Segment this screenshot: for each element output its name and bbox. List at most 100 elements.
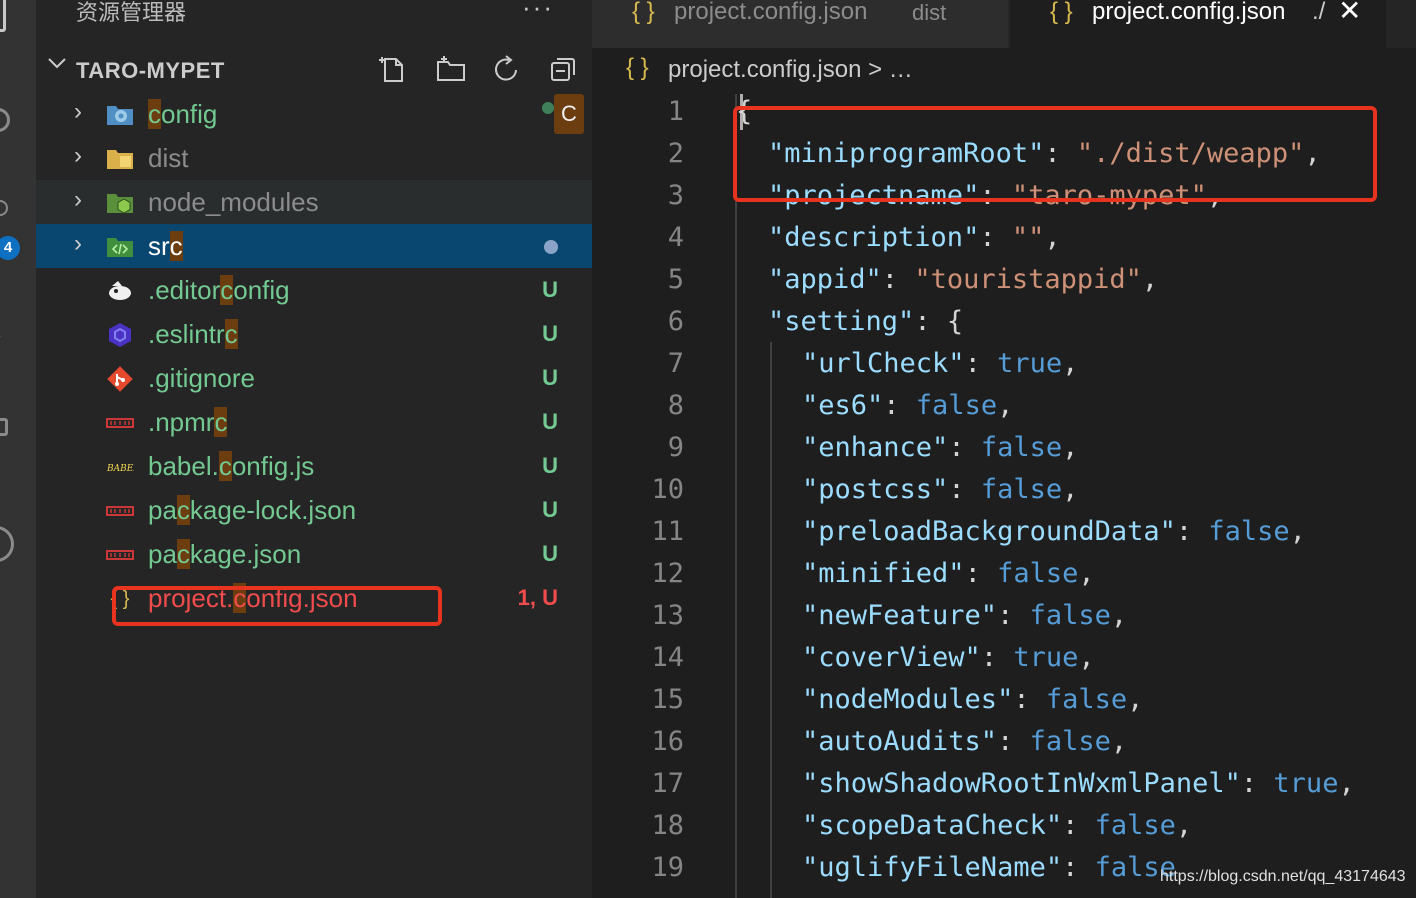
code-token: false <box>1029 600 1111 631</box>
tree-item-label: .editorconfig <box>148 275 290 305</box>
tab-description: ./ <box>1312 0 1326 25</box>
json-icon: { } <box>1050 0 1073 25</box>
code-token: false <box>1208 516 1290 547</box>
code-token: "appid" <box>768 264 882 295</box>
code-token: "./dist/weapp" <box>1076 138 1305 169</box>
line-number: 15 <box>651 684 684 715</box>
code-token: "setting" <box>768 306 915 337</box>
folder-src-icon <box>106 234 134 260</box>
tab-project-config-root[interactable]: { } project.config.json ./ ✕ <box>1010 0 1386 48</box>
code-line: 11 "preloadBackgroundData": false, <box>592 514 1416 556</box>
breadcrumb: { } project.config.json > … <box>592 48 1416 94</box>
code-text: , <box>1062 348 1079 379</box>
watermark: https://blog.csdn.net/qq_43174643 <box>1160 868 1406 885</box>
tree-item-eslintrc[interactable]: .eslintrc U <box>36 312 592 356</box>
tree-item-package-lock[interactable]: package-lock.json U <box>36 488 592 532</box>
code-token: "" <box>1011 222 1045 253</box>
line-number: 9 <box>667 432 684 463</box>
breadcrumb-file[interactable]: project.config.json <box>668 56 861 83</box>
tree-item-node-modules[interactable]: › node_modules <box>36 180 592 224</box>
new-folder-icon[interactable] <box>436 54 466 84</box>
code-line: 13 "newFeature": false, <box>592 598 1416 640</box>
files-icon[interactable] <box>0 0 6 32</box>
code-line: 14 "coverView": true, <box>592 640 1416 682</box>
code-line: 7 "urlCheck": true, <box>592 346 1416 388</box>
code-line: 8 "es6": false, <box>592 388 1416 430</box>
refresh-icon[interactable] <box>492 54 522 84</box>
folder-node-icon <box>106 190 134 216</box>
code-token: "coverView" <box>802 642 981 673</box>
tree-item-config[interactable]: › config C <box>36 92 592 136</box>
untracked-badge: U <box>542 497 558 522</box>
remote-icon[interactable] <box>0 526 14 562</box>
code-token: "showShadowRootInWxmlPanel" <box>802 768 1241 799</box>
breadcrumb-rest[interactable]: > … <box>861 56 913 83</box>
explorer-sidebar: 资源管理器 ··· TARO-MYPET › config C › dist ›… <box>36 0 592 898</box>
code-text: : <box>1062 810 1095 841</box>
json-icon: { } <box>632 0 655 25</box>
code-line: 16 "autoAudits": false, <box>592 724 1416 766</box>
code-line: 4 "description": "", <box>592 220 1416 262</box>
code-text: "autoAudits": false, <box>802 726 1127 757</box>
chevron-right-icon: › <box>74 142 82 169</box>
explorer-title: 资源管理器 <box>76 0 187 25</box>
new-file-icon[interactable] <box>378 54 408 84</box>
code-text: "postcss": false, <box>802 474 1078 505</box>
tree-item-npmrc[interactable]: .npmrc U <box>36 400 592 444</box>
npm-icon <box>106 542 134 568</box>
code-token: "newFeature" <box>802 600 998 631</box>
tree-item-label: package-lock.json <box>148 495 357 525</box>
code-text: "description": "", <box>768 222 1061 253</box>
code-token: true <box>1013 642 1079 673</box>
code-text: : <box>964 558 998 589</box>
run-icon[interactable]: › <box>0 322 1 348</box>
code-token: "scopeDataCheck" <box>802 810 1063 841</box>
code-line: 5 "appid": "touristappid", <box>592 262 1416 304</box>
code-text: "appid": "touristappid", <box>768 264 1158 295</box>
source-control-icon[interactable] <box>0 200 8 216</box>
untracked-badge: U <box>542 321 558 346</box>
tree-item-package-json[interactable]: package.json U <box>36 532 592 576</box>
tree-item-src[interactable]: › src <box>36 224 592 268</box>
breadcrumb-path[interactable]: project.config.json > … <box>668 56 913 84</box>
tree-item-dist[interactable]: › dist <box>36 136 592 180</box>
tree-item-project-config[interactable]: { } project.config.json 1, U <box>36 576 592 620</box>
code-token: "taro-mypet" <box>1011 180 1207 211</box>
code-text: "projectname": "taro-mypet", <box>768 180 1223 211</box>
tree-item-label: src <box>148 231 183 261</box>
more-actions-icon[interactable]: ··· <box>522 0 554 23</box>
collapse-all-icon[interactable] <box>548 54 578 84</box>
code-line: 12 "minified": false, <box>592 556 1416 598</box>
close-icon[interactable]: ✕ <box>1338 0 1361 27</box>
extensions-icon[interactable] <box>0 418 8 436</box>
code-text: "showShadowRootInWxmlPanel": true, <box>802 768 1355 799</box>
code-token: "touristappid" <box>914 264 1142 295</box>
project-header[interactable]: TARO-MYPET <box>36 48 592 92</box>
editorconfig-icon <box>106 278 134 304</box>
code-text: : <box>881 264 915 295</box>
modified-dot <box>544 240 558 254</box>
tree-item-label: .gitignore <box>148 363 255 393</box>
code-token: "nodeModules" <box>802 684 1014 715</box>
line-number: 8 <box>667 390 684 421</box>
tree-item-babel-config[interactable]: BABEL babel.config.js U <box>36 444 592 488</box>
eslint-icon <box>106 322 134 348</box>
code-editor[interactable]: 1{ 2 "miniprogramRoot": "./dist/weapp", 3… <box>592 94 1416 898</box>
code-token: "postcss" <box>802 474 949 505</box>
tab-project-config-dist[interactable]: { } project.config.json dist <box>592 0 1008 48</box>
code-token: "urlCheck" <box>802 348 965 379</box>
tree-item-label: package.json <box>148 539 302 569</box>
error-untracked-badge: 1, U <box>517 585 558 610</box>
code-token: "description" <box>768 222 980 253</box>
tree-item-editorconfig[interactable]: .editorconfig U <box>36 268 592 312</box>
code-token: false <box>915 390 998 421</box>
search-icon[interactable] <box>0 108 10 132</box>
code-text: : <box>1175 516 1209 547</box>
tree-item-gitignore[interactable]: .gitignore U <box>36 356 592 400</box>
code-token: { <box>736 96 753 127</box>
code-line: 6 "setting": { <box>592 304 1416 346</box>
line-number: 19 <box>651 852 684 883</box>
code-text: , <box>1289 516 1306 547</box>
tree-item-label: babel.config.js <box>148 451 315 481</box>
code-line: 3 "projectname": "taro-mypet", <box>592 178 1416 220</box>
